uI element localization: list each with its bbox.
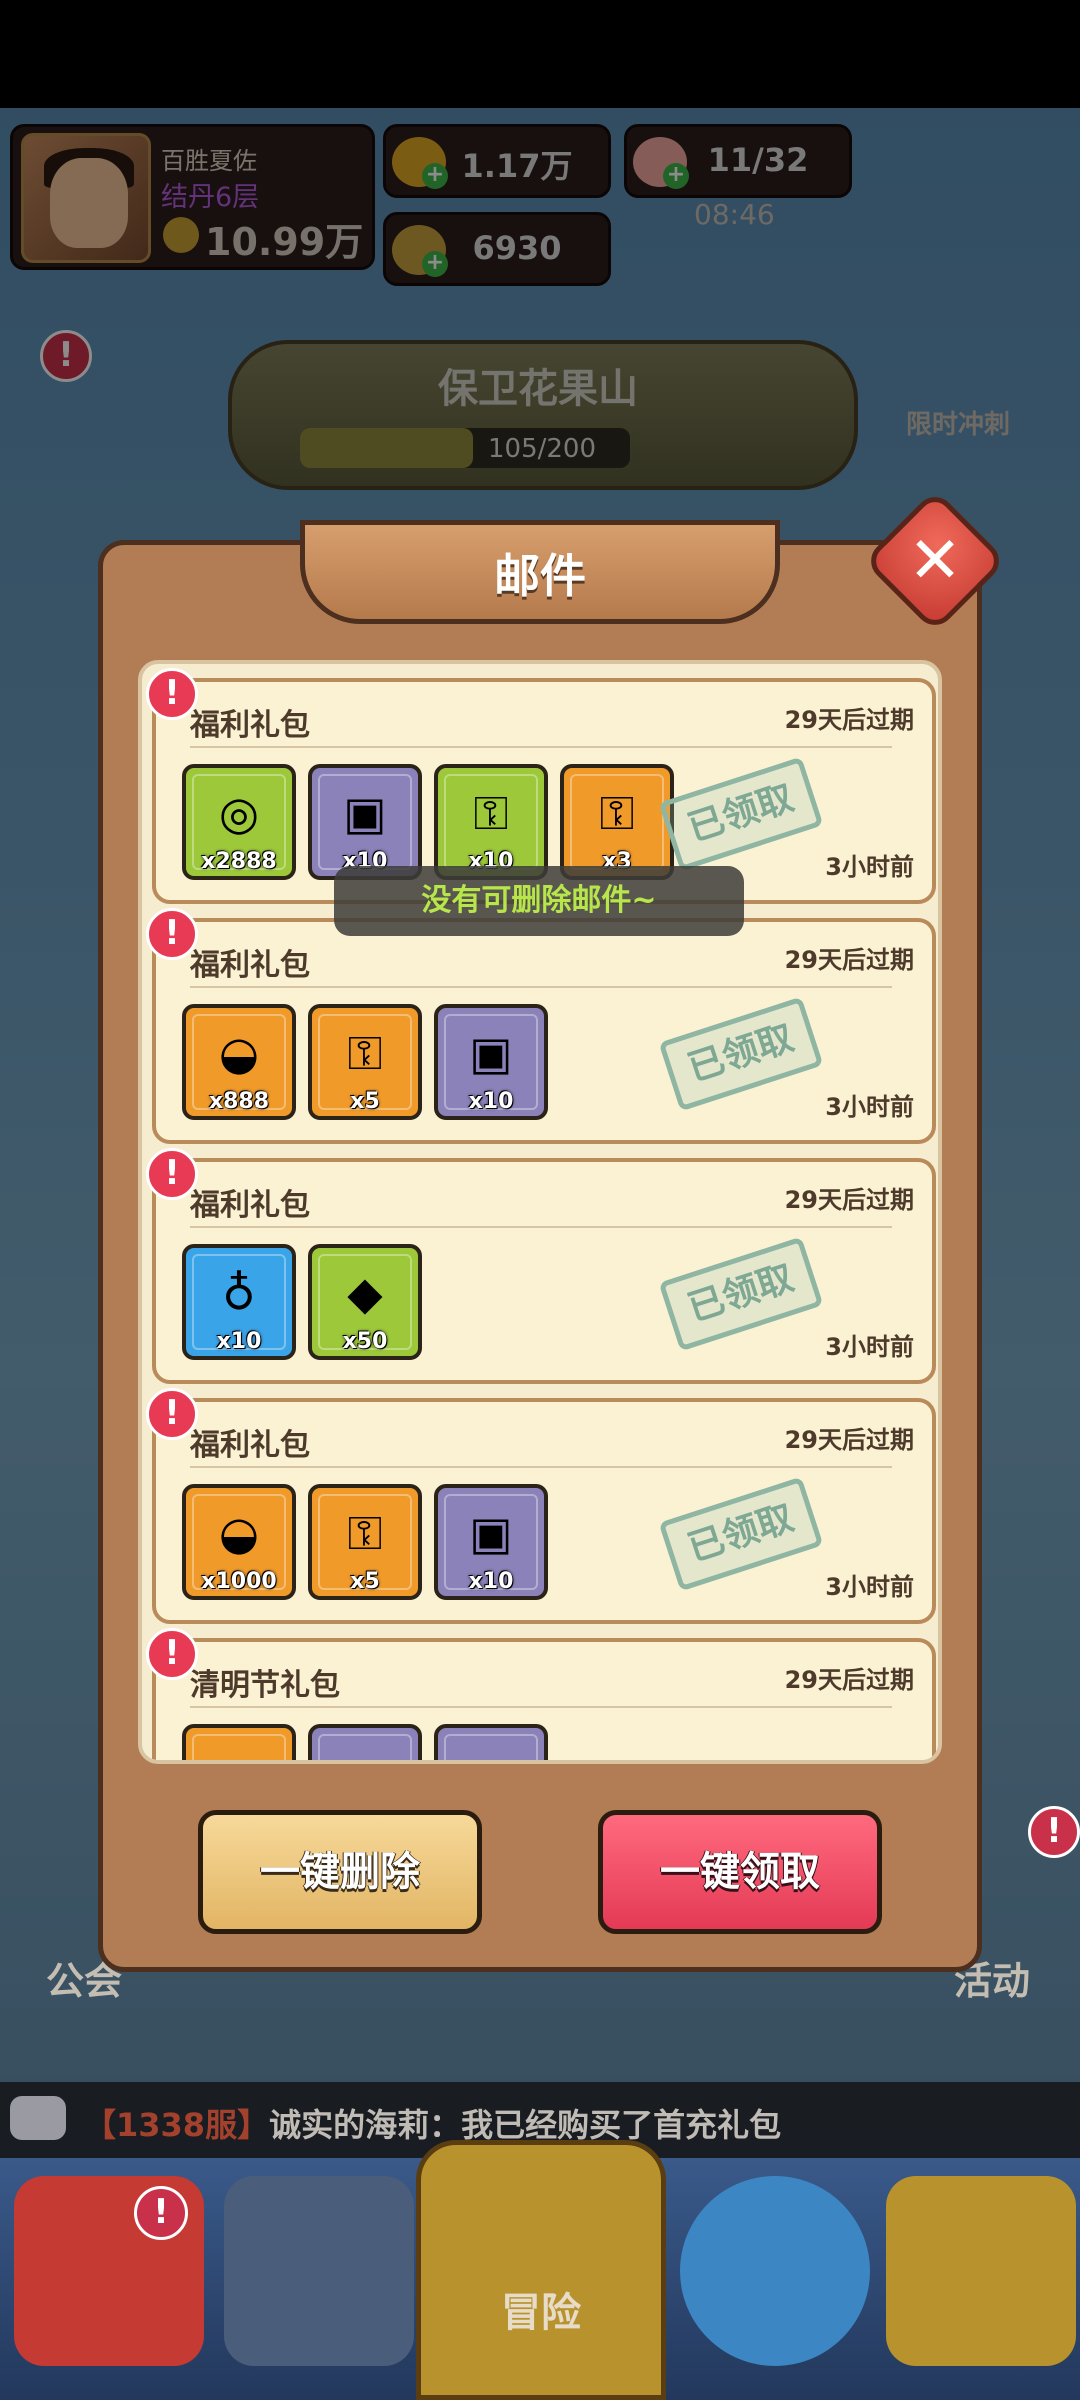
mail-divider xyxy=(190,986,892,988)
chat-content: 诚实的海莉：我已经购买了首充礼包 xyxy=(269,2106,782,2144)
mail-divider xyxy=(190,746,892,748)
item-quantity: x2888 xyxy=(201,849,277,874)
reward-item[interactable]: ▣ x10 xyxy=(434,1004,548,1120)
gold-key-icon: ⚿ xyxy=(347,1506,383,1560)
mail-card[interactable]: ! 福利礼包 29天后过期 ◒ x1000 ⚿ x5 ▣ x10 已领取 3小时前 xyxy=(146,1388,936,1624)
reward-item[interactable] xyxy=(182,1724,296,1760)
nav-adventure-button[interactable] xyxy=(416,2140,666,2400)
mail-dialog-title: 邮件 xyxy=(494,549,586,603)
coin-icon: ◎ xyxy=(218,786,260,840)
close-icon[interactable]: ✕ xyxy=(884,510,986,612)
mail-expire: 29天后过期 xyxy=(784,946,914,974)
item-quantity: x5 xyxy=(350,1089,380,1114)
item-quantity: x10 xyxy=(468,1089,514,1114)
chat-server: 【1338服】 xyxy=(84,2106,270,2144)
item-quantity: x10 xyxy=(468,1569,514,1594)
reward-item[interactable]: ◒ x888 xyxy=(182,1004,296,1120)
gold-ingot-icon: ◒ xyxy=(218,1506,260,1560)
mail-divider xyxy=(190,1706,892,1708)
gold-key-icon: ⚿ xyxy=(599,786,635,840)
reward-item[interactable] xyxy=(308,1724,422,1760)
mail-card[interactable]: ! 福利礼包 29天后过期 ♁ x10 ◆ x50 已领取 3小时前 xyxy=(146,1148,936,1384)
mail-title: 福利礼包 xyxy=(190,1428,310,1463)
nav-equipment-button[interactable] xyxy=(224,2176,414,2366)
item-quantity: x50 xyxy=(342,1329,388,1354)
mail-title: 清明节礼包 xyxy=(190,1668,340,1703)
mail-expire: 29天后过期 xyxy=(784,1426,914,1454)
mail-list[interactable]: ! 福利礼包 29天后过期 ◎ x2888 ▣ x10 ⚿ x10 ⚿ x3 已领取 3小时前! 福利礼包… xyxy=(138,660,942,1764)
nav-treasure-button[interactable] xyxy=(886,2176,1076,2366)
nav-adventure-label: 冒险 xyxy=(501,2290,581,2336)
mail-title: 福利礼包 xyxy=(190,1188,310,1223)
reward-item[interactable] xyxy=(434,1724,548,1760)
item-quantity: x5 xyxy=(350,1569,380,1594)
mail-expire: 29天后过期 xyxy=(784,706,914,734)
reward-item[interactable]: ▣ x10 xyxy=(308,764,422,880)
mail-card[interactable]: ! 清明节礼包 29天后过期 xyxy=(146,1628,936,1760)
mail-title: 福利礼包 xyxy=(190,948,310,983)
reward-item[interactable]: ⚿ x5 xyxy=(308,1484,422,1600)
chest-icon: ▣ xyxy=(469,1506,513,1560)
delete-all-button[interactable]: 一键删除 xyxy=(198,1810,482,1934)
item-quantity: x888 xyxy=(208,1089,270,1114)
claimed-stamp: 已领取 xyxy=(658,1236,824,1352)
reward-item[interactable]: ◒ x1000 xyxy=(182,1484,296,1600)
gold-ingot-icon: ◒ xyxy=(218,1026,260,1080)
notification-badge: ! xyxy=(1028,1806,1080,1858)
mail-time: 3小时前 xyxy=(825,1333,914,1361)
gourd-icon: ♁ xyxy=(222,1266,256,1320)
mail-divider xyxy=(190,1226,892,1228)
item-quantity: x1000 xyxy=(201,1569,277,1594)
reward-item[interactable]: ◆ x50 xyxy=(308,1244,422,1360)
chest-icon: ▣ xyxy=(469,1026,513,1080)
claimed-stamp: 已领取 xyxy=(658,996,824,1112)
mail-divider xyxy=(190,1466,892,1468)
silver-key-icon: ⚿ xyxy=(473,786,509,840)
chest-icon: ▣ xyxy=(343,786,387,840)
nav-upgrade-button[interactable] xyxy=(680,2176,870,2366)
claim-all-button[interactable]: 一键领取 xyxy=(598,1810,882,1934)
mail-time: 3小时前 xyxy=(825,853,914,881)
mail-expire: 29天后过期 xyxy=(784,1186,914,1214)
reward-item[interactable]: ♁ x10 xyxy=(182,1244,296,1360)
mail-expire: 29天后过期 xyxy=(784,1666,914,1694)
claimed-stamp: 已领取 xyxy=(658,756,824,872)
reward-item[interactable]: ⚿ x3 xyxy=(560,764,674,880)
chat-icon xyxy=(10,2096,66,2140)
reward-item[interactable]: ▣ x10 xyxy=(434,1484,548,1600)
mail-card[interactable]: ! 福利礼包 29天后过期 ◒ x888 ⚿ x5 ▣ x10 已领取 3小时前 xyxy=(146,908,936,1144)
mail-title: 福利礼包 xyxy=(190,708,310,743)
toast-message: 没有可删除邮件~ xyxy=(334,866,744,936)
item-quantity: x10 xyxy=(216,1329,262,1354)
notification-badge: ! xyxy=(134,2186,188,2240)
chat-message: 【1338服】诚实的海莉：我已经购买了首充礼包 xyxy=(84,2100,781,2146)
reward-item[interactable]: ◎ x2888 xyxy=(182,764,296,880)
crystal-icon: ◆ xyxy=(347,1266,383,1320)
mail-time: 3小时前 xyxy=(825,1093,914,1121)
mail-time: 3小时前 xyxy=(825,1573,914,1601)
reward-item[interactable]: ⚿ x10 xyxy=(434,764,548,880)
gold-key-icon: ⚿ xyxy=(347,1026,383,1080)
reward-item[interactable]: ⚿ x5 xyxy=(308,1004,422,1120)
claimed-stamp: 已领取 xyxy=(658,1476,824,1592)
